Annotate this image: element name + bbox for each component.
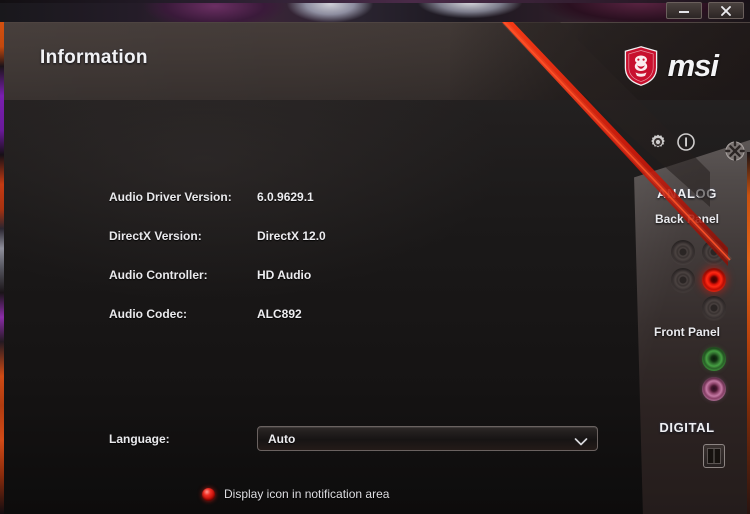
back-jack-2[interactable]	[702, 240, 726, 264]
info-row: Audio Controller: HD Audio	[109, 268, 326, 307]
msi-dragon-shield-icon	[624, 46, 657, 86]
back-jack-3[interactable]	[671, 268, 695, 292]
information-list: Audio Driver Version: 6.0.9629.1 DirectX…	[109, 190, 326, 346]
minimize-icon	[679, 10, 689, 13]
language-label: Language:	[109, 431, 170, 446]
back-jack-5[interactable]	[702, 296, 726, 320]
back-jack-4[interactable]	[702, 268, 726, 292]
info-label-audio-controller: Audio Controller:	[109, 268, 208, 282]
spdif-port[interactable]	[703, 444, 725, 468]
close-spoke-icon[interactable]	[725, 141, 745, 161]
display-notification-icon-toggle[interactable]: Display icon in notification area	[202, 487, 389, 501]
language-selected-value: Auto	[268, 431, 296, 446]
info-value-directx-version: DirectX 12.0	[257, 229, 326, 243]
info-row: Audio Codec: ALC892	[109, 307, 326, 346]
desktop-wallpaper	[0, 0, 750, 24]
page-title: Information	[40, 47, 148, 68]
language-select[interactable]: Auto	[257, 426, 598, 451]
front-jack-lineout[interactable]	[702, 347, 726, 371]
digital-section-title: DIGITAL	[659, 420, 715, 435]
info-icon[interactable]	[677, 133, 695, 151]
msi-wordmark: msi	[667, 48, 719, 83]
window-controls	[666, 2, 744, 19]
msi-audio-information-window: Information msi Audio Driver Version: 6.…	[0, 0, 750, 514]
application-window: Information msi Audio Driver Version: 6.…	[4, 22, 750, 514]
analog-section-title: ANALOG	[657, 186, 717, 201]
language-row: Language: Auto	[109, 426, 598, 451]
info-row: Audio Driver Version: 6.0.9629.1	[109, 190, 326, 229]
info-row: DirectX Version: DirectX 12.0	[109, 229, 326, 268]
msi-brand: msi	[624, 46, 719, 86]
info-label-audio-driver-version: Audio Driver Version:	[109, 190, 232, 204]
front-jack-mic[interactable]	[702, 377, 726, 401]
close-button[interactable]	[708, 2, 744, 19]
close-icon	[721, 5, 731, 16]
desktop-wallpaper-edge	[0, 0, 750, 3]
minimize-button[interactable]	[666, 2, 702, 19]
notification-led-icon	[202, 487, 215, 501]
info-label-audio-codec: Audio Codec:	[109, 307, 187, 321]
back-panel-title: Back Panel	[654, 212, 720, 226]
device-panel: ANALOG Back Panel Front Panel DIGITAL	[624, 140, 750, 514]
info-label-directx-version: DirectX Version:	[109, 229, 202, 243]
info-value-audio-controller: HD Audio	[257, 268, 312, 282]
info-value-audio-codec: ALC892	[257, 307, 302, 321]
back-jack-1[interactable]	[671, 240, 695, 264]
notification-toggle-label: Display icon in notification area	[224, 487, 390, 501]
front-panel-title: Front Panel	[653, 325, 720, 339]
panel-tool-icons	[649, 133, 695, 151]
gear-icon[interactable]	[649, 133, 667, 151]
chevron-down-icon	[574, 434, 588, 452]
info-value-audio-driver-version: 6.0.9629.1	[257, 190, 314, 204]
